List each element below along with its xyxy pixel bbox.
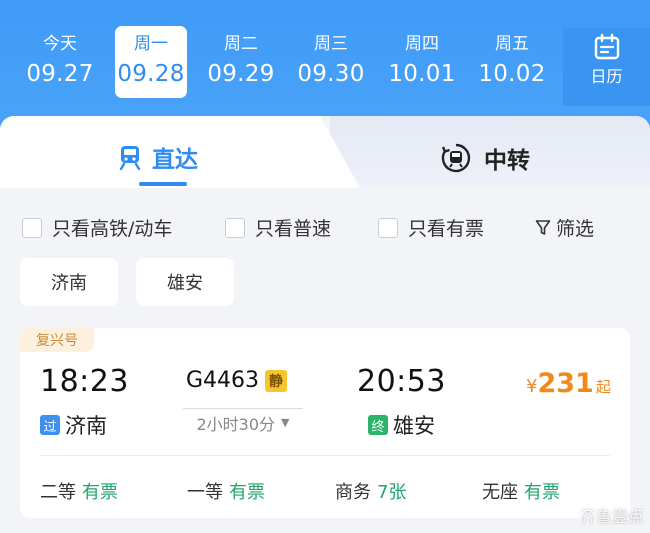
date-label: 09.27 [26,61,94,87]
arrival-time: 20:53 [357,364,446,399]
weekday-label: 周五 [495,34,529,54]
date-label: 09.29 [207,61,275,87]
station-chip-from[interactable]: 济南 [20,258,118,306]
date-selector-bar: 今天 09.27 周一 09.28 周二 09.29 周三 09.30 周四 1… [0,0,650,130]
calendar-label: 日历 [590,67,623,86]
weekday-label: 今天 [43,34,77,54]
checkbox-label: 只看普速 [255,218,332,240]
filter-button[interactable]: 筛选 [535,214,594,241]
filter-label: 筛选 [556,218,595,240]
seat-second-class: 二等 有票 [40,478,118,504]
weekday-label: 周一 [134,34,168,54]
divider [40,455,610,456]
silent-carriage-badge: 静 [265,369,288,392]
high-speed-only-checkbox[interactable]: 只看高铁/动车 [22,214,172,241]
train-number-text: G4463 [186,368,260,393]
date-item-mon[interactable]: 周一 09.28 [115,26,187,98]
date-item-today[interactable]: 今天 09.27 [24,26,96,98]
train-icon [119,146,141,170]
weekday-label: 周四 [405,34,439,54]
checkbox-label: 只看有票 [408,218,485,240]
date-item-fri[interactable]: 周五 10.02 [476,26,548,98]
seat-availability: 有票 [524,482,560,503]
departure-station: 过 济南 [40,410,107,440]
train-number: G4463 静 [186,368,288,393]
calendar-button[interactable]: 日历 [563,28,650,106]
watermark: 齐鲁壹点 [580,503,644,527]
station-chip-to[interactable]: 雄安 [136,258,234,306]
pass-through-badge: 过 [40,415,60,435]
train-type-tag: 复兴号 [20,328,94,352]
date-label: 09.30 [297,61,365,87]
seat-class: 无座 [482,482,518,503]
checkbox-box[interactable] [378,217,398,238]
weekday-label: 周三 [314,34,348,54]
departure-time: 18:23 [40,364,129,399]
arrival-station-name: 雄安 [393,414,435,438]
seat-first-class: 一等 有票 [187,478,265,504]
watermark-text: 齐鲁壹点 [579,507,644,526]
seat-class: 一等 [187,482,223,503]
seat-availability: 7张 [377,482,407,503]
available-only-checkbox[interactable]: 只看有票 [378,214,484,241]
date-label: 10.01 [388,61,456,87]
date-item-wed[interactable]: 周三 09.30 [295,26,367,98]
currency-symbol: ¥ [526,376,538,397]
seat-class: 商务 [335,482,371,503]
caret-down-icon: ▼ [281,416,290,429]
filter-area: 只看高铁/动车 只看普速 只看有票 筛选 济南 雄安 复兴号 18:23 G44… [0,188,650,533]
train-card[interactable]: 复兴号 18:23 G4463 静 2小时30分 ▼ 20:53 ¥ 231 起… [20,328,630,518]
station-chip-label: 济南 [51,273,87,294]
transfer-icon [441,143,471,173]
seat-business-class: 商务 7张 [335,478,406,504]
arrival-station: 终 雄安 [368,410,435,440]
tab-transfer-text: 中转 [484,148,530,174]
seat-class: 二等 [40,482,76,503]
results-panel: 直达 中转 只看高铁/动车 只看普速 只看有票 筛选 济南 雄安 复兴号 18:… [0,116,650,533]
seat-no-seat: 无座 有票 [482,478,560,504]
duration-text: 2小时30分 [196,414,276,434]
date-label: 09.28 [117,61,185,87]
seat-availability: 有票 [82,482,118,503]
filter-icon [535,219,551,235]
departure-station-name: 济南 [65,414,107,438]
date-item-thu[interactable]: 周四 10.01 [386,26,458,98]
seat-availability: 有票 [229,482,265,503]
price-suffix: 起 [595,378,611,396]
tab-direct-text: 直达 [152,147,198,173]
checkbox-box[interactable] [22,217,42,238]
date-item-tue[interactable]: 周二 09.29 [205,26,277,98]
checkbox-box[interactable] [225,217,245,238]
terminal-badge: 终 [368,415,388,435]
tab-active-indicator [139,182,187,186]
weekday-label: 周二 [224,34,258,54]
normal-train-only-checkbox[interactable]: 只看普速 [225,214,331,241]
date-label: 10.02 [478,61,546,87]
duration-toggle[interactable]: 2小时30分 ▼ [183,408,303,436]
station-chip-label: 雄安 [167,273,203,294]
tab-transfer[interactable]: 中转 [440,142,530,174]
filter-row: 只看高铁/动车 只看普速 只看有票 筛选 [0,208,650,244]
price-value: 231 [537,368,594,399]
calendar-icon [594,33,619,60]
tab-direct-label[interactable]: 直达 [118,142,198,173]
price: ¥ 231 起 [526,368,611,399]
checkbox-label: 只看高铁/动车 [52,218,173,240]
